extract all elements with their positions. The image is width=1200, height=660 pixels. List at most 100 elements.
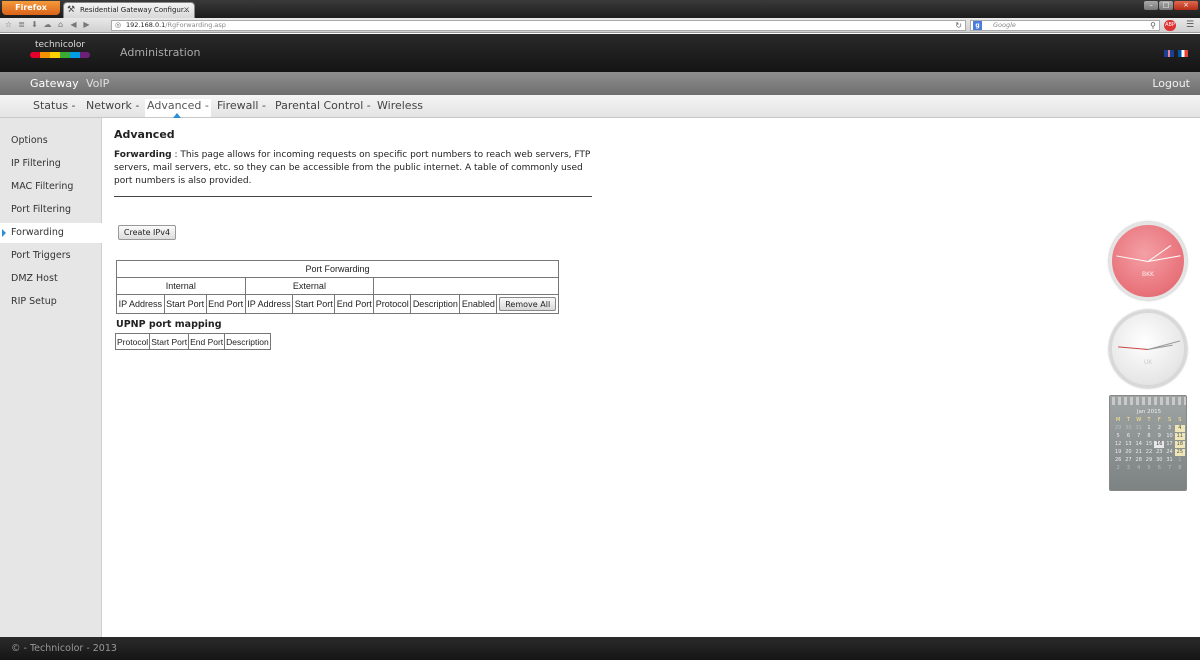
logo-color-segment xyxy=(60,52,70,58)
calendar-day[interactable]: 18 xyxy=(1174,441,1185,448)
calendar-day[interactable]: 2 xyxy=(1154,425,1164,432)
calendar-grid: M T W T F S S 29 30 31 1 2 3 4 5 6 7 8 9 10 11 12 13 14 15 16 17 18… xyxy=(1113,417,1185,472)
calendar-day[interactable]: 1 xyxy=(1144,425,1154,432)
url-bar[interactable]: ◎ 192.168.0.1/RgForwarding.asp ↻ xyxy=(111,20,966,31)
clock-widget-bkk[interactable]: BKK xyxy=(1109,222,1187,300)
sidebar-item-dmz-host[interactable]: DMZ Host xyxy=(0,269,102,289)
nav-icons: ☆ ≣ ⬇ ☁ ⌂ ◀ ▶ xyxy=(4,20,91,30)
calendar-day[interactable]: 7 xyxy=(1164,465,1174,472)
sidebar-item-ip-filtering[interactable]: IP Filtering xyxy=(0,154,102,174)
column-header: End Port xyxy=(334,294,375,314)
calendar-day[interactable]: 14 xyxy=(1134,441,1144,448)
sidebar-item-mac-filtering[interactable]: MAC Filtering xyxy=(0,177,102,197)
calendar-day[interactable]: 24 xyxy=(1164,449,1174,456)
calendar-weekday: T xyxy=(1126,417,1130,423)
calendar-month: Jan 2015 xyxy=(1136,409,1162,415)
column-header: Description xyxy=(410,294,461,314)
close-tab-icon[interactable]: × xyxy=(183,3,190,17)
browser-navbar: ☆ ≣ ⬇ ☁ ⌂ ◀ ▶ ◎ 192.168.0.1/RgForwarding… xyxy=(0,18,1200,33)
download-icon[interactable]: ⬇ xyxy=(30,20,39,30)
search-icon[interactable]: ⚲ xyxy=(1150,21,1156,30)
logo-color-segment xyxy=(80,52,90,58)
calendar-day[interactable]: 3 xyxy=(1164,425,1174,432)
top-menu-voip[interactable]: VoIP xyxy=(86,77,109,90)
calendar-day[interactable]: 10 xyxy=(1164,433,1174,440)
calendar-widget[interactable]: Jan 2015 M T W T F S S 29 30 31 1 2 3 4 5 6 7 8 9 10 11 12 13 1… xyxy=(1109,395,1187,491)
calendar-day[interactable]: 1 xyxy=(1175,457,1185,464)
sidebar-item-options[interactable]: Options xyxy=(0,131,102,151)
calendar-day[interactable]: 6 xyxy=(1154,465,1164,472)
minimize-button[interactable]: – xyxy=(1144,1,1158,10)
sub-menu-network[interactable]: Network - xyxy=(84,99,141,117)
maximize-button[interactable]: □ xyxy=(1159,1,1173,10)
calendar-day[interactable]: 4 xyxy=(1174,425,1185,432)
calendar-day[interactable]: 27 xyxy=(1123,457,1133,464)
back-icon[interactable]: ◀ xyxy=(69,20,78,30)
adblock-icon[interactable]: ABP xyxy=(1164,20,1176,31)
sidebar-item-forwarding[interactable]: Forwarding xyxy=(0,223,102,243)
browser-tab[interactable]: ⚒ Residential Gateway Configur... × xyxy=(63,2,195,18)
sidebar: Options IP Filtering MAC Filtering Port … xyxy=(0,118,102,637)
calendar-day[interactable]: 19 xyxy=(1113,449,1123,456)
calendar-day[interactable]: 21 xyxy=(1134,449,1144,456)
column-header: Start Port xyxy=(163,294,207,314)
calendar-day[interactable]: 17 xyxy=(1164,441,1174,448)
calendar-day[interactable]: 6 xyxy=(1123,433,1133,440)
remove-all-button[interactable]: Remove All xyxy=(499,297,557,311)
sub-menu-wireless[interactable]: Wireless xyxy=(375,99,425,117)
bookmarks-icon[interactable]: ≣ xyxy=(17,20,26,30)
calendar-day[interactable]: 5 xyxy=(1113,433,1123,440)
calendar-day[interactable]: 9 xyxy=(1154,433,1164,440)
sub-menu-parental-control[interactable]: Parental Control - xyxy=(273,99,373,117)
top-menu-gateway[interactable]: Gateway xyxy=(30,77,79,90)
calendar-day[interactable]: 8 xyxy=(1144,433,1154,440)
calendar-day[interactable]: 4 xyxy=(1134,465,1144,472)
calendar-day[interactable]: 25 xyxy=(1174,449,1185,456)
calendar-day[interactable]: 23 xyxy=(1154,449,1164,456)
sidebar-item-port-filtering[interactable]: Port Filtering xyxy=(0,200,102,220)
calendar-day[interactable]: 30 xyxy=(1154,457,1164,464)
calendar-day[interactable]: 29 xyxy=(1144,457,1154,464)
calendar-day[interactable]: 29 xyxy=(1113,425,1123,432)
menu-icon[interactable]: ☰ xyxy=(1186,20,1194,30)
sidebar-item-port-triggers[interactable]: Port Triggers xyxy=(0,246,102,266)
sync-icon[interactable]: ☁ xyxy=(43,20,52,30)
calendar-day[interactable]: 5 xyxy=(1144,465,1154,472)
calendar-day[interactable]: 3 xyxy=(1123,465,1133,472)
calendar-weekday: S xyxy=(1178,417,1182,423)
calendar-day[interactable]: 13 xyxy=(1123,441,1133,448)
calendar-day[interactable]: 11 xyxy=(1174,433,1185,440)
calendar-day[interactable]: 16 xyxy=(1154,441,1165,448)
calendar-day[interactable]: 26 xyxy=(1113,457,1123,464)
calendar-day[interactable]: 2 xyxy=(1113,465,1123,472)
logout-link[interactable]: Logout xyxy=(1152,77,1190,90)
firefox-menu-button[interactable]: Firefox xyxy=(2,1,60,15)
calendar-day[interactable]: 8 xyxy=(1175,465,1185,472)
calendar-day[interactable]: 30 xyxy=(1123,425,1133,432)
column-header: Start Port xyxy=(149,333,190,350)
france-flag-icon[interactable] xyxy=(1178,50,1188,57)
forward-icon[interactable]: ▶ xyxy=(82,20,91,30)
divider xyxy=(114,196,592,197)
clock-widget-uk[interactable]: UK xyxy=(1109,310,1187,388)
close-window-button[interactable]: × xyxy=(1174,1,1198,10)
calendar-day[interactable]: 15 xyxy=(1144,441,1154,448)
home-icon[interactable]: ⌂ xyxy=(56,20,65,30)
google-icon[interactable]: g xyxy=(973,21,982,30)
admin-title: Administration xyxy=(120,46,201,59)
create-ipv4-button[interactable]: Create IPv4 xyxy=(118,225,176,240)
calendar-day[interactable]: 22 xyxy=(1144,449,1154,456)
sub-menu-firewall[interactable]: Firewall - xyxy=(215,99,268,117)
calendar-day[interactable]: 12 xyxy=(1113,441,1123,448)
calendar-day[interactable]: 20 xyxy=(1123,449,1133,456)
calendar-day[interactable]: 7 xyxy=(1134,433,1144,440)
bookmark-star-icon[interactable]: ☆ xyxy=(4,20,13,30)
uk-flag-icon[interactable] xyxy=(1164,50,1174,57)
reload-icon[interactable]: ↻ xyxy=(955,21,962,30)
calendar-day[interactable]: 31 xyxy=(1164,457,1174,464)
sidebar-item-rip-setup[interactable]: RIP Setup xyxy=(0,292,102,312)
calendar-day[interactable]: 28 xyxy=(1134,457,1144,464)
search-input[interactable]: g Google ⚲ xyxy=(970,20,1160,31)
sub-menu-status[interactable]: Status - xyxy=(31,99,78,117)
calendar-day[interactable]: 31 xyxy=(1134,425,1144,432)
